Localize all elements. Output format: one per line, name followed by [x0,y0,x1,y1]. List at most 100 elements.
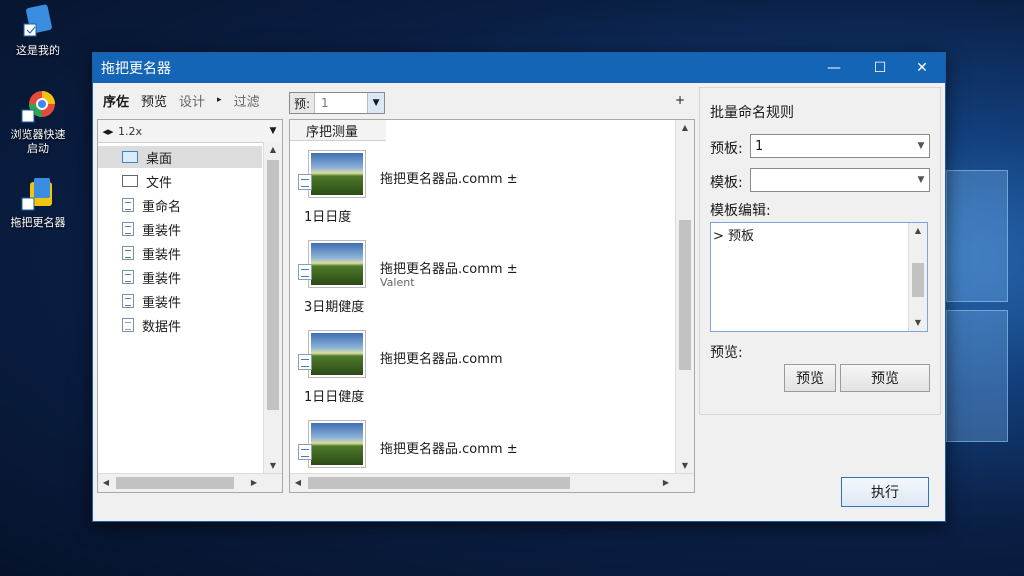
thumbnail [308,420,366,468]
tree-item-file-1[interactable]: 重命名 [98,194,262,216]
file-name: 拖把更名器品.comm ± [380,442,518,457]
tree-item-label: 重装件 [142,247,182,263]
file-name: 拖把更名器品.comm ± [380,172,518,187]
scroll-thumb[interactable] [267,160,279,410]
scroll-thumb[interactable] [912,263,924,297]
folder-outline-icon [122,175,138,187]
landscape-photo [311,153,363,195]
scroll-left-icon[interactable]: ◀ [290,474,306,492]
file-date: 1日日度 [304,210,352,225]
document-icon [122,294,134,308]
execute-button[interactable]: 执行 [841,477,929,507]
list-header[interactable]: 序把测量 [290,120,386,141]
file-list: 序把测量 拖把更名器品.comm ± 1日日度 拖把更名器品.comm ± Va… [289,119,695,493]
maximize-button[interactable]: ☐ [857,53,903,83]
document-icon [122,222,134,236]
desktop-icon-this-pc[interactable]: 这是我的 [6,4,70,58]
file-list-pane: 预: 1 ▼ + 序把测量 拖把更名器品.comm ± 1日日度 拖把更名器品.… [289,87,695,493]
list-vertical-scrollbar[interactable]: ▲ ▼ [675,120,694,474]
tree-item-file-3[interactable]: 重装件 [98,242,262,264]
editor-scrollbar[interactable]: ▲ ▼ [908,223,927,331]
recycle-folder-icon [20,4,56,40]
left-tabs: 序佐 预览 设计 ▸ 过滤 [97,87,283,113]
document-icon [122,198,134,212]
scroll-down-icon[interactable]: ▼ [264,458,282,474]
renamer-app-icon [20,176,56,212]
file-name: 拖把更名器品.comm ± [380,262,518,277]
preview-select-prefix: 预: [290,93,316,113]
scroll-thumb[interactable] [679,220,691,370]
minimize-button[interactable]: — [811,53,857,83]
rules-title: 批量命名规则 [710,105,794,121]
scroll-up-icon[interactable]: ▲ [676,120,694,136]
preview-select-value: 1 [321,96,329,110]
scroll-thumb[interactable] [308,477,570,489]
tree-item-desktop[interactable]: 桌面 [98,146,262,168]
scroll-left-icon[interactable]: ◀ [98,474,114,492]
browser-icon [20,88,56,124]
list-item[interactable]: 拖把更名器品.comm 1日日健度 [290,330,670,420]
back-arrow-icon[interactable]: ◂▸ [98,125,118,138]
path-dropdown-icon[interactable]: ▼ [264,126,282,136]
preset-value: 1 [755,138,764,154]
document-icon [122,318,134,332]
document-badge-icon [298,354,312,370]
thumbnail [308,150,366,198]
list-item[interactable]: 拖把更名器品.comm ± 1日日度 [290,150,670,240]
scroll-up-icon[interactable]: ▲ [909,223,927,239]
preset-select[interactable]: 1 ▼ [750,134,930,158]
tree-item-file-5[interactable]: 重装件 [98,290,262,312]
file-name: 拖把更名器品.comm [380,352,503,367]
desktop-icon-browser[interactable]: 浏览器快速启动 [6,88,70,156]
tab-order[interactable]: 序佐 [97,91,135,110]
preview-toolbar: 预: 1 ▼ [289,91,386,115]
tree-item-label: 重装件 [142,223,182,239]
list-horizontal-scrollbar[interactable]: ◀ ▶ [290,473,694,492]
title-bar[interactable]: 拖把更名器 — ☐ ✕ [93,53,945,83]
tab-more-arrow-icon[interactable]: ▸ [211,95,228,105]
preview-all-button[interactable]: 预览 [840,364,930,392]
scroll-thumb[interactable] [116,477,234,489]
folder-tree: ◂▸ 1.2x ▼ 桌面 文件 重命名 重装件 重装件 重装件 重装件 数据件 … [97,119,283,493]
chevron-down-icon[interactable]: ▼ [367,93,385,113]
thumbnail [308,330,366,378]
desktop-icon-renamer[interactable]: 拖把更名器 [6,176,70,230]
scroll-down-icon[interactable]: ▼ [909,315,927,331]
preview-button[interactable]: 预览 [784,364,836,392]
tree-item-label: 数据件 [142,319,182,335]
tab-design[interactable]: 设计 [173,91,211,110]
document-badge-icon [298,444,312,460]
tree-horizontal-scrollbar[interactable]: ◀ ▶ [98,473,282,492]
tree-item-file-6[interactable]: 数据件 [98,314,262,336]
tree-item-file-2[interactable]: 重装件 [98,218,262,240]
scroll-right-icon[interactable]: ▶ [658,474,674,492]
renamer-window: 拖把更名器 — ☐ ✕ 序佐 预览 设计 ▸ 过滤 ◂▸ 1.2x ▼ 桌面 文 [92,52,946,522]
spreadsheet-icon [122,246,134,260]
window-title: 拖把更名器 [101,61,171,77]
close-button[interactable]: ✕ [899,53,945,83]
preview-label: 预览: [710,345,743,361]
tree-item-files[interactable]: 文件 [98,170,262,192]
template-select[interactable]: ▼ [750,168,930,192]
thumbnail [308,240,366,288]
file-date: 1日日健度 [304,390,365,405]
scroll-right-icon[interactable]: ▶ [246,474,262,492]
windows-logo-wallpaper [940,170,1024,450]
tree-vertical-scrollbar[interactable]: ▲ ▼ [263,142,282,474]
tab-preview[interactable]: 预览 [135,91,173,110]
template-editor[interactable]: > 预板 ▲ ▼ [710,222,928,332]
preview-select[interactable]: 预: 1 ▼ [289,92,386,114]
chevron-down-icon[interactable]: ▼ [913,135,929,157]
list-item[interactable]: 拖把更名器品.comm ± Valent 3日期健度 [290,240,670,330]
scroll-down-icon[interactable]: ▼ [676,458,694,474]
chevron-down-icon[interactable]: ▼ [913,169,929,191]
tab-filter[interactable]: 过滤 [228,91,266,110]
scroll-up-icon[interactable]: ▲ [264,142,282,158]
landscape-photo [311,423,363,465]
tree-item-label: 重命名 [142,199,182,215]
tree-item-label: 重装件 [142,271,182,287]
list-item[interactable]: 拖把更名器品.comm ± [290,420,670,470]
add-icon[interactable]: + [675,93,685,107]
tree-item-file-4[interactable]: 重装件 [98,266,262,288]
tree-item-label: 重装件 [142,295,182,311]
